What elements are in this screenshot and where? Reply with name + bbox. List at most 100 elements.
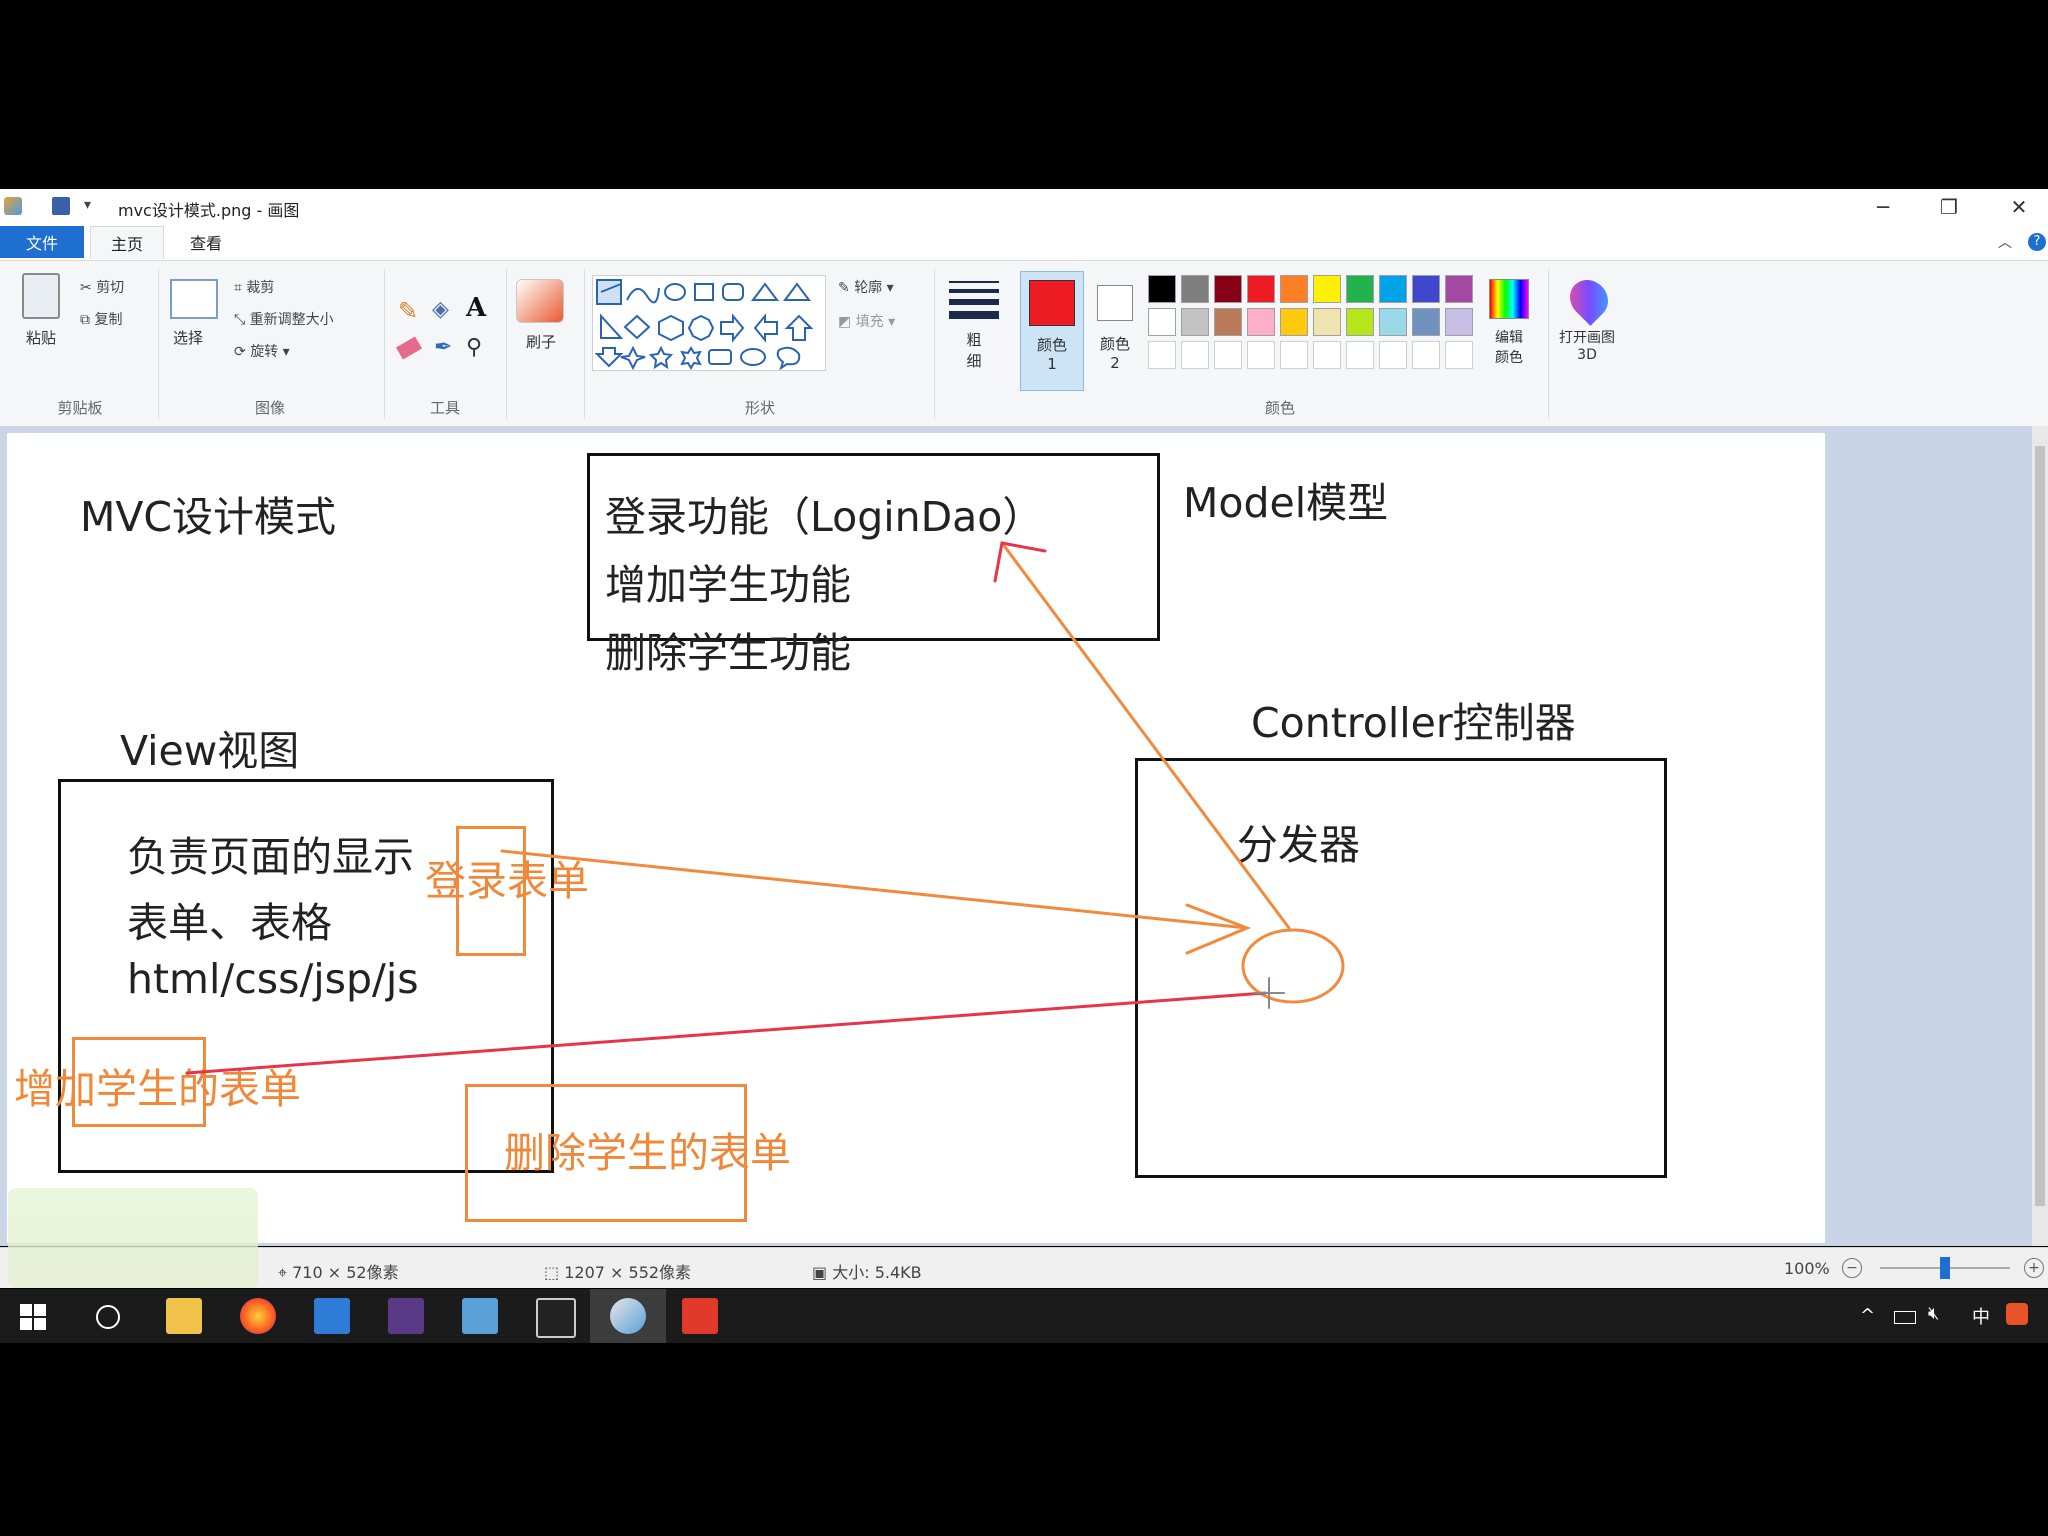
palette-swatch[interactable]: [1412, 341, 1440, 369]
palette-swatch[interactable]: [1148, 308, 1176, 336]
palette-swatch[interactable]: [1148, 341, 1176, 369]
brushes-button[interactable]: 刷子: [516, 279, 568, 379]
palette-swatch[interactable]: [1181, 308, 1209, 336]
zoom-level: 100%: [1784, 1259, 1830, 1278]
terminal-icon[interactable]: [536, 1298, 576, 1338]
login-to-dispatcher-arrow: [500, 849, 1249, 930]
edit-colors-button[interactable]: 编辑颜色: [1484, 275, 1534, 385]
cursor-icon: ⌖: [278, 1263, 288, 1282]
disk-icon: ▣: [812, 1263, 828, 1282]
palette-swatch[interactable]: [1181, 341, 1209, 369]
crop-button[interactable]: ⌗ 裁剪: [234, 277, 274, 297]
paint-taskbar-button[interactable]: [590, 1289, 666, 1343]
palette-swatch[interactable]: [1313, 341, 1341, 369]
close-button[interactable]: ✕: [1984, 189, 2048, 224]
pencil-icon[interactable]: ✎: [398, 297, 418, 325]
palette-swatch[interactable]: [1379, 275, 1407, 303]
palette-swatch[interactable]: [1379, 341, 1407, 369]
windows-start-icon[interactable]: [20, 1304, 46, 1330]
palette-swatch[interactable]: [1346, 341, 1374, 369]
title-bar: ▾ mvc设计模式.png - 画图 ─ ❐ ✕: [0, 189, 2048, 224]
palette-swatch[interactable]: [1313, 308, 1341, 336]
palette-swatch[interactable]: [1247, 341, 1275, 369]
ribbon: 粘贴 ✂ 剪切 ⧉ 复制 剪贴板 选择 ⌗ 裁剪 ⤡ 重新调整大小 ⟳ 旋转 ▾…: [0, 260, 2048, 427]
remote-desktop-icon[interactable]: [314, 1298, 350, 1334]
tab-home[interactable]: 主页: [90, 226, 164, 259]
palette-swatch[interactable]: [1280, 341, 1308, 369]
color1-button[interactable]: 颜色 1: [1020, 271, 1084, 391]
palette-swatch[interactable]: [1214, 275, 1242, 303]
minimize-button[interactable]: ─: [1848, 189, 1918, 224]
paint-taskbar-icon: [610, 1298, 646, 1334]
open-paint3d-button[interactable]: 打开画图 3D: [1558, 272, 1620, 385]
magnifier-icon[interactable]: ⚲: [466, 335, 482, 360]
zoom-out-icon[interactable]: −: [1842, 1258, 1862, 1278]
file-explorer-icon[interactable]: [166, 1298, 202, 1334]
shapes-group-label: 形状: [744, 399, 775, 417]
app-icon-blue-book[interactable]: [462, 1298, 498, 1334]
rotate-button[interactable]: ⟳ 旋转 ▾: [234, 341, 290, 361]
paste-button[interactable]: 粘贴: [16, 273, 66, 383]
quick-access-dropdown-icon[interactable]: ▾: [84, 197, 91, 213]
resize-button[interactable]: ⤡ 重新调整大小: [234, 309, 334, 329]
collapse-ribbon-icon[interactable]: ︿: [1998, 232, 2012, 252]
battery-icon[interactable]: [1894, 1311, 1916, 1324]
palette-swatch[interactable]: [1445, 275, 1473, 303]
shapes-gallery[interactable]: [592, 275, 826, 371]
login-arrow-head: [1185, 903, 1252, 955]
zoom-slider-thumb[interactable]: [1940, 1257, 1950, 1279]
cursor-position: ⌖ 710 × 52像素: [278, 1259, 399, 1283]
palette-swatch[interactable]: [1412, 308, 1440, 336]
tab-file[interactable]: 文件: [0, 226, 84, 258]
palette-swatch[interactable]: [1247, 308, 1275, 336]
ribbon-tabs: 文件 主页 查看 ︿ ?: [0, 224, 2048, 260]
select-button[interactable]: 选择: [170, 279, 222, 379]
palette-swatch[interactable]: [1313, 275, 1341, 303]
eraser-icon[interactable]: [395, 336, 423, 360]
palette-swatch[interactable]: [1346, 275, 1374, 303]
cut-button[interactable]: ✂ 剪切: [80, 277, 124, 297]
paint3d-label: 打开画图 3D: [1559, 330, 1615, 363]
color1-swatch: [1029, 280, 1075, 326]
palette-swatch[interactable]: [1445, 308, 1473, 336]
zoom-in-icon[interactable]: +: [2024, 1258, 2044, 1278]
zoom-slider[interactable]: [1880, 1257, 2010, 1279]
drawing-canvas[interactable]: MVC设计模式 登录功能（LoginDao） 增加学生功能 删除学生功能 Mod…: [7, 433, 1825, 1243]
tray-chevron-icon[interactable]: ^: [1860, 1305, 1875, 1326]
palette-swatch[interactable]: [1247, 275, 1275, 303]
color-picker-icon[interactable]: ✒: [434, 335, 452, 360]
restore-button[interactable]: ❐: [1914, 189, 1984, 224]
input-language[interactable]: 中: [1972, 1303, 1990, 1329]
palette-swatch[interactable]: [1148, 275, 1176, 303]
palette-swatch[interactable]: [1181, 275, 1209, 303]
separator: [1548, 269, 1549, 419]
palette-swatch[interactable]: [1280, 308, 1308, 336]
palette-swatch[interactable]: [1379, 308, 1407, 336]
help-icon[interactable]: ?: [2028, 233, 2046, 251]
outline-button[interactable]: ✎ 轮廓 ▾: [838, 277, 894, 297]
palette-swatch[interactable]: [1412, 275, 1440, 303]
palette-swatch[interactable]: [1280, 275, 1308, 303]
save-icon[interactable]: [52, 197, 70, 215]
app-icon-purple[interactable]: [388, 1298, 424, 1334]
search-circle-icon[interactable]: [96, 1305, 120, 1329]
text-icon[interactable]: A: [466, 293, 486, 323]
fill-icon[interactable]: ◈: [432, 297, 449, 322]
volume-muted-icon[interactable]: 🔇︎: [1928, 1303, 1939, 1324]
scrollbar-thumb[interactable]: [2035, 446, 2045, 1206]
paint-app-icon[interactable]: [4, 197, 22, 215]
tray-app-icon-red[interactable]: [2006, 1303, 2028, 1325]
palette-swatch[interactable]: [1214, 308, 1242, 336]
fill-button[interactable]: ◩ 填充 ▾: [838, 311, 895, 331]
clipboard-icon: [22, 273, 60, 319]
tab-view[interactable]: 查看: [170, 226, 242, 258]
size-button[interactable]: 粗细: [944, 275, 1004, 385]
app-icon-red[interactable]: [682, 1298, 718, 1334]
copy-button[interactable]: ⧉ 复制: [80, 309, 122, 329]
palette-swatch[interactable]: [1445, 341, 1473, 369]
firefox-icon[interactable]: [240, 1298, 276, 1334]
palette-swatch[interactable]: [1214, 341, 1242, 369]
color2-button[interactable]: 颜色 2: [1086, 271, 1144, 389]
palette-swatch[interactable]: [1346, 308, 1374, 336]
vertical-scrollbar[interactable]: [2032, 426, 2048, 1246]
